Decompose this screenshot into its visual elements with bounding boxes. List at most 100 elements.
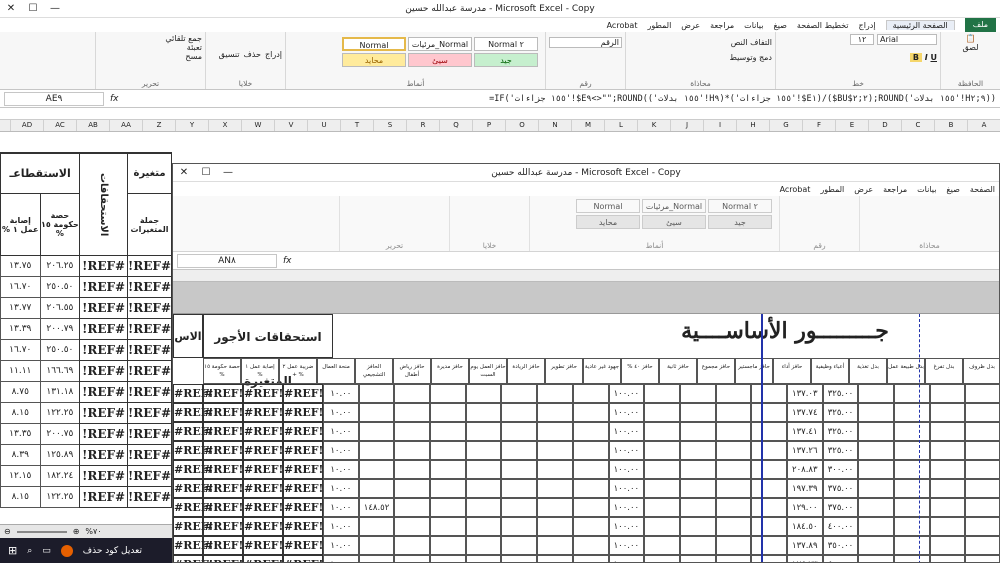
table-cell[interactable]: [715, 555, 752, 562]
table-cell[interactable]: [394, 479, 431, 498]
tab-2[interactable]: إدراج: [859, 21, 876, 30]
table-cell[interactable]: [537, 498, 573, 517]
style-normal2[interactable]: Normal ٢: [474, 37, 538, 51]
table-cell[interactable]: [715, 460, 752, 479]
table-cell[interactable]: [358, 460, 395, 479]
table-cell[interactable]: [501, 555, 538, 562]
table-cell[interactable]: ١٠.٠٠: [323, 422, 359, 441]
table-cell[interactable]: [894, 441, 930, 460]
table-cell[interactable]: #REF!: [173, 498, 213, 517]
table-cell[interactable]: ٣٠٠.٠٠: [822, 460, 859, 479]
column-header[interactable]: M: [571, 120, 604, 131]
table-cell[interactable]: ٢٠٨.٨٣: [786, 460, 823, 479]
table-cell[interactable]: ٢٠٠.٧٥: [39, 423, 81, 445]
table-cell[interactable]: #REF!: [283, 479, 323, 498]
table-cell[interactable]: ١٠٠.٠٠: [608, 517, 645, 536]
table-cell[interactable]: [965, 555, 999, 562]
table-cell[interactable]: #REF!: [127, 255, 172, 277]
table-cell[interactable]: ٣٢٥.٠٠: [822, 384, 859, 403]
delete-button[interactable]: حذف: [244, 50, 261, 59]
table-cell[interactable]: [465, 384, 502, 403]
table-cell[interactable]: #REF!: [203, 460, 243, 479]
table-cell[interactable]: ١٢٤.٢٣: [786, 555, 823, 562]
table-cell[interactable]: #REF!: [79, 444, 129, 466]
table-cell[interactable]: ١٠.٠٠: [323, 479, 359, 498]
table-cell[interactable]: ١٤٨.٥٢: [358, 498, 395, 517]
table-cell[interactable]: #REF!: [79, 297, 129, 319]
front-tab-3[interactable]: مراجعة: [883, 185, 907, 194]
table-cell[interactable]: ١٣٧.٨٩: [786, 536, 823, 555]
front-tab-6[interactable]: Acrobat: [780, 185, 811, 194]
table-cell[interactable]: [715, 498, 752, 517]
table-cell[interactable]: [644, 536, 680, 555]
table-cell[interactable]: ٣٥٠.٠٠: [822, 536, 859, 555]
table-cell[interactable]: [430, 479, 466, 498]
table-cell[interactable]: #REF!: [173, 479, 213, 498]
table-cell[interactable]: [929, 384, 966, 403]
table-cell[interactable]: ١٠.٠٠: [323, 555, 359, 562]
table-cell[interactable]: #REF!: [243, 403, 283, 422]
table-cell[interactable]: [572, 536, 609, 555]
table-cell[interactable]: ١٣.٧٥: [0, 255, 41, 277]
table-cell[interactable]: [572, 384, 609, 403]
insert-button[interactable]: إدراج: [265, 50, 282, 59]
table-cell[interactable]: ٨.٧٥: [0, 381, 41, 403]
table-cell[interactable]: [858, 517, 894, 536]
style-normal[interactable]: Normal: [342, 37, 406, 51]
table-cell[interactable]: ١٣٧.٤١: [786, 422, 823, 441]
table-cell[interactable]: #REF!: [243, 479, 283, 498]
table-cell[interactable]: [430, 517, 466, 536]
table-cell[interactable]: [572, 460, 609, 479]
table-cell[interactable]: #REF!: [127, 423, 172, 445]
zoom-in-icon[interactable]: ⊕: [73, 527, 80, 536]
table-cell[interactable]: [965, 441, 999, 460]
table-cell[interactable]: [358, 555, 395, 562]
table-cell[interactable]: [430, 536, 466, 555]
table-cell[interactable]: [858, 498, 894, 517]
table-cell[interactable]: [715, 384, 752, 403]
table-cell[interactable]: #REF!: [79, 339, 129, 361]
front-style-bad[interactable]: سيئ: [642, 215, 706, 229]
table-cell[interactable]: [679, 422, 716, 441]
table-cell[interactable]: [644, 441, 680, 460]
table-cell[interactable]: [501, 384, 538, 403]
table-cell[interactable]: [929, 422, 966, 441]
tab-4[interactable]: صيغ: [773, 21, 786, 30]
table-cell[interactable]: #REF!: [243, 422, 283, 441]
table-cell[interactable]: [394, 422, 431, 441]
autosum-button[interactable]: جمع تلقائي: [99, 34, 202, 43]
table-cell[interactable]: [644, 498, 680, 517]
table-cell[interactable]: [965, 498, 999, 517]
table-cell[interactable]: ٣٢٥.٠٠: [822, 441, 859, 460]
table-cell[interactable]: [965, 517, 999, 536]
table-cell[interactable]: #REF!: [79, 402, 129, 424]
table-cell[interactable]: ٢٠٠.٧٩: [39, 318, 81, 340]
format-button[interactable]: تنسيق: [219, 50, 240, 59]
column-header[interactable]: R: [406, 120, 439, 131]
table-cell[interactable]: ٣٢٥.٠٠: [822, 422, 859, 441]
table-cell[interactable]: #REF!: [283, 441, 323, 460]
tab-9[interactable]: Acrobat: [607, 21, 638, 30]
column-header[interactable]: Z: [142, 120, 175, 131]
table-cell[interactable]: [394, 403, 431, 422]
table-cell[interactable]: ١٩٧.٣٩: [786, 479, 823, 498]
table-cell[interactable]: ٣٢٥.٠٠: [822, 403, 859, 422]
column-header[interactable]: X: [208, 120, 241, 131]
table-cell[interactable]: [679, 441, 716, 460]
column-header[interactable]: A: [967, 120, 1000, 131]
style-bad[interactable]: سيئ: [408, 53, 472, 67]
table-cell[interactable]: [572, 498, 609, 517]
column-header[interactable]: D: [868, 120, 901, 131]
table-cell[interactable]: [394, 460, 431, 479]
name-box[interactable]: AE٩: [4, 91, 104, 106]
tab-7[interactable]: عرض: [681, 21, 700, 30]
table-cell[interactable]: #REF!: [243, 498, 283, 517]
paste-button[interactable]: 📋 لصق: [944, 34, 997, 52]
table-cell[interactable]: [751, 441, 787, 460]
table-cell[interactable]: [715, 422, 752, 441]
table-cell[interactable]: [358, 441, 395, 460]
table-cell[interactable]: #REF!: [203, 422, 243, 441]
style-normal-visuals[interactable]: مرئيات_Normal: [408, 37, 472, 51]
front-style-good[interactable]: جيد: [708, 215, 772, 229]
table-cell[interactable]: #REF!: [283, 555, 323, 562]
